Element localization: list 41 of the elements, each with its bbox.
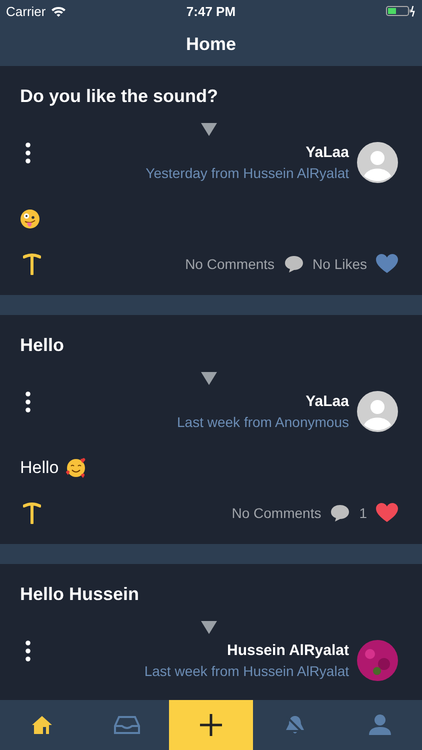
nav-title: Home (186, 32, 236, 56)
comments-count[interactable]: No Comments (232, 505, 322, 521)
post-title: Hello (20, 335, 64, 356)
up-arrow-icon[interactable] (23, 253, 41, 275)
author-name[interactable]: Hussein AlRyalat (227, 642, 349, 659)
post-title: Hello Hussein (20, 584, 140, 605)
likes-count[interactable]: No Likes (312, 256, 367, 272)
more-options-icon[interactable] (25, 640, 31, 662)
wifi-icon (50, 6, 66, 16)
speech-bubble-icon[interactable] (330, 504, 350, 522)
up-arrow-icon[interactable] (23, 502, 41, 524)
add-button[interactable] (168, 700, 254, 750)
avatar-silhouette-icon[interactable] (357, 391, 398, 432)
profile-icon (368, 714, 391, 736)
home-icon (31, 715, 54, 735)
author-name[interactable]: YaLaa (306, 144, 349, 161)
author-name[interactable]: YaLaa (306, 393, 349, 410)
post-title: Do you like the sound? (20, 86, 218, 107)
heart-icon[interactable] (376, 254, 398, 274)
status-time: 7:47 PM (186, 4, 236, 18)
speech-bubble-icon[interactable] (284, 255, 304, 273)
smiling-face-hearts-emoji-icon (64, 457, 87, 479)
carrier-label: Carrier (6, 4, 46, 18)
more-options-icon[interactable] (25, 391, 31, 413)
zany-face-emoji-icon (20, 209, 40, 229)
battery-icon (386, 5, 416, 17)
expand-triangle-icon[interactable] (201, 372, 217, 385)
post-meta: Last week from Hussein AlRyalat (144, 663, 349, 679)
plus-icon (200, 714, 222, 736)
comments-count[interactable]: No Comments (185, 256, 275, 272)
expand-triangle-icon[interactable] (201, 621, 217, 634)
post-meta: Last week from Anonymous (177, 414, 349, 430)
post-text: Hello (20, 458, 59, 478)
inbox-tray-icon (114, 715, 140, 735)
photo-placeholder[interactable] (357, 640, 398, 681)
expand-triangle-icon[interactable] (201, 123, 217, 136)
avatar-silhouette-icon[interactable] (357, 142, 398, 183)
more-options-icon[interactable] (25, 142, 31, 164)
heart-icon[interactable] (376, 503, 398, 523)
post-meta: Yesterday from Hussein AlRyalat (146, 165, 349, 181)
likes-count[interactable]: 1 (359, 505, 367, 521)
